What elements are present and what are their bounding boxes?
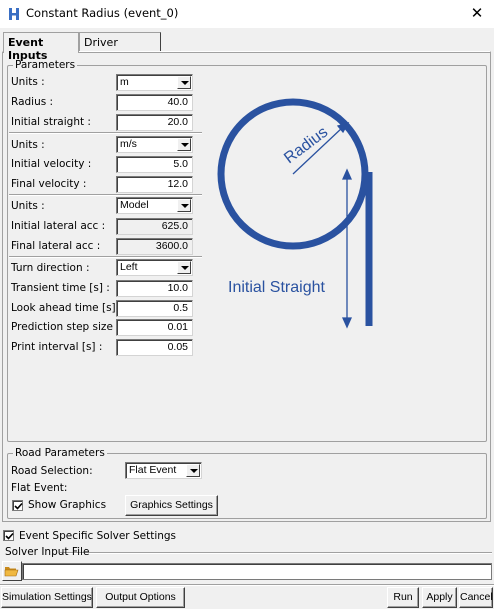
event-specific-solver-label: Event Specific Solver Settings [19, 530, 177, 542]
final-velocity-input[interactable]: 12.0 [116, 176, 193, 193]
units-length-value: m [120, 76, 129, 88]
open-folder-icon [4, 567, 19, 577]
tab-label: Event Inputs [8, 36, 48, 62]
close-button[interactable]: ✕ [466, 3, 488, 23]
title-bar: Constant Radius (event_0) ✕ [0, 0, 494, 28]
graphics-settings-button[interactable]: Graphics Settings [125, 495, 218, 516]
turn-direction-label: Turn direction : [11, 262, 90, 274]
initial-lateral-acc-label: Initial lateral acc : [11, 220, 106, 232]
print-interval-label: Print interval [s] : [11, 341, 103, 353]
turn-direction-value: Left [120, 261, 138, 273]
look-ahead-time-input[interactable]: 0.5 [116, 300, 193, 317]
separator [9, 256, 202, 258]
tab-event-inputs[interactable]: Event Inputs [3, 32, 79, 62]
chevron-down-icon[interactable] [177, 76, 191, 89]
tab-label: Driver [84, 36, 118, 49]
chevron-down-icon[interactable] [177, 261, 191, 274]
initial-velocity-input[interactable]: 5.0 [116, 156, 193, 173]
units-length-select[interactable]: m [116, 74, 193, 91]
separator [60, 552, 492, 554]
initial-straight-label: Initial straight : [11, 116, 91, 128]
print-interval-input[interactable]: 0.05 [116, 339, 193, 356]
units-velocity-label: Units : [11, 139, 45, 151]
simulation-settings-button[interactable]: Simulation Settings [1, 587, 93, 608]
transient-time-label: Transient time [s] : [11, 282, 110, 294]
show-graphics-label: Show Graphics [28, 499, 107, 511]
initial-straight-diagram-label: Initial Straight [228, 279, 325, 296]
separator [0, 584, 494, 586]
road-selection-label: Road Selection: [11, 465, 93, 477]
radius-label: Radius : [11, 96, 54, 108]
checkmark-icon [14, 502, 23, 510]
app-logo-icon [9, 8, 19, 20]
final-lateral-acc-value: 3600.0 [116, 238, 193, 255]
look-ahead-time-label: Look ahead time [s] : [11, 302, 123, 314]
units-velocity-select[interactable]: m/s [116, 136, 193, 153]
separator [9, 132, 202, 134]
road-selection-value: Flat Event [129, 464, 177, 476]
close-icon: ✕ [470, 4, 484, 22]
transient-time-input[interactable]: 10.0 [116, 280, 193, 297]
chevron-down-icon[interactable] [186, 464, 200, 477]
checkmark-icon [5, 532, 14, 540]
initial-velocity-label: Initial velocity : [11, 158, 92, 170]
turn-direction-select[interactable]: Left [116, 259, 193, 276]
tab-bar: Event Inputs Driver [3, 32, 493, 62]
run-button[interactable]: Run [387, 587, 419, 608]
tab-driver[interactable]: Driver [79, 32, 161, 52]
browse-button[interactable] [2, 561, 22, 581]
final-velocity-label: Final velocity : [11, 178, 87, 190]
cancel-button[interactable]: Cancel [459, 587, 493, 608]
initial-lateral-acc-value: 625.0 [116, 218, 193, 235]
units-velocity-value: m/s [120, 138, 137, 150]
units-acc-label: Units : [11, 200, 45, 212]
chevron-down-icon[interactable] [177, 199, 191, 212]
units-length-label: Units : [11, 76, 45, 88]
window-title: Constant Radius (event_0) [26, 6, 179, 20]
initial-straight-input[interactable]: 20.0 [116, 114, 193, 131]
solver-input-file-label: Solver Input File [5, 546, 90, 558]
prediction-step-size-input[interactable]: 0.01 [116, 319, 193, 336]
straight-arrow [341, 168, 353, 329]
event-specific-solver-checkbox[interactable] [3, 530, 14, 541]
constant-radius-diagram: Radius Initial Straight [217, 98, 373, 329]
units-acc-value: Model [120, 199, 149, 211]
radius-input[interactable]: 40.0 [116, 94, 193, 111]
separator [9, 194, 202, 196]
show-graphics-checkbox[interactable] [12, 500, 23, 511]
units-acc-select[interactable]: Model [116, 197, 193, 214]
road-parameters-legend: Road Parameters [15, 447, 105, 459]
road-selection-select[interactable]: Flat Event [125, 462, 202, 479]
chevron-down-icon[interactable] [177, 138, 191, 151]
final-lateral-acc-label: Final lateral acc : [11, 240, 101, 252]
solver-input-file-field[interactable] [22, 563, 492, 580]
flat-event-label: Flat Event: [11, 482, 68, 494]
apply-button[interactable]: Apply [422, 587, 457, 608]
output-options-button[interactable]: Output Options [96, 587, 185, 608]
